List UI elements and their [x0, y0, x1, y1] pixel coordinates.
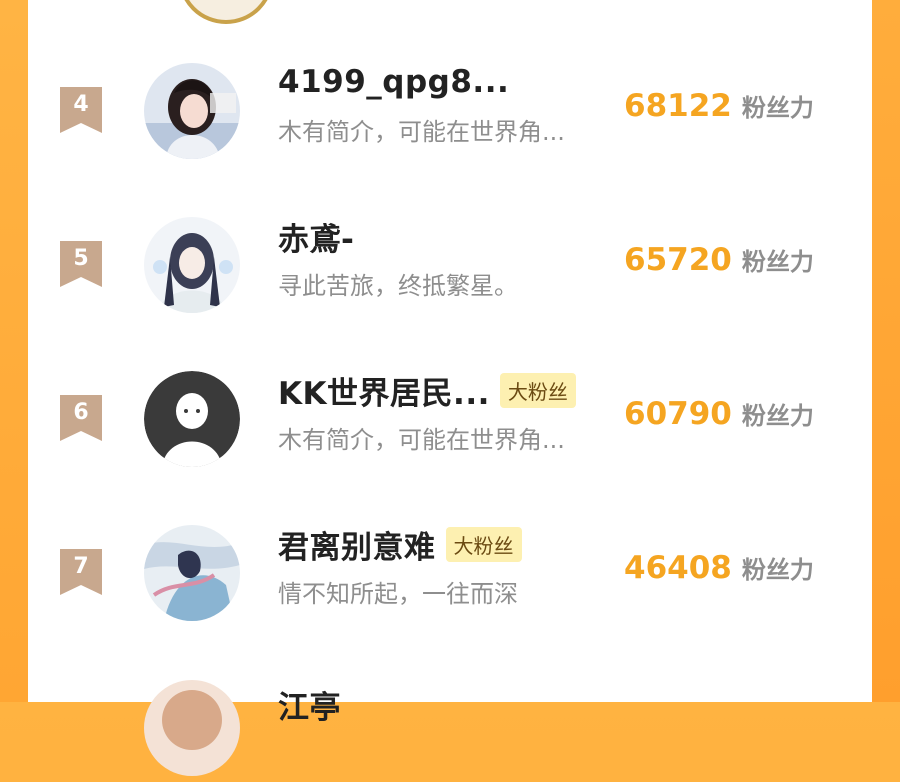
left-orange-border: [0, 0, 28, 702]
rank-badge: 4: [60, 87, 102, 133]
default-user-avatar-icon: [144, 371, 240, 467]
user-name[interactable]: KK世界居民...: [278, 368, 490, 413]
user-name[interactable]: 江亭: [278, 682, 341, 727]
user-bio: 木有简介，可能在世界角...: [278, 118, 565, 146]
user-name[interactable]: 赤鳶-: [278, 214, 354, 259]
rank-badge: 5: [60, 241, 102, 287]
fan-power-value: 46408: [624, 550, 732, 586]
user-avatar[interactable]: [144, 371, 240, 467]
fan-power-label: 粉丝力: [741, 402, 814, 430]
user-avatar[interactable]: [144, 217, 240, 313]
fan-power-label: 粉丝力: [741, 94, 814, 122]
rank-badge: 6: [60, 395, 102, 441]
fan-power-label: 粉丝力: [741, 248, 814, 276]
ranking-row[interactable]: 5 赤鳶- 寻此苦旅，终抵繁星。 65720 粉丝力: [28, 212, 872, 322]
fan-power-value: 60790: [624, 396, 732, 432]
previous-avatar-partial: [178, 0, 274, 24]
fan-power-value: 68122: [624, 88, 732, 124]
rank-number: 7: [73, 554, 89, 579]
big-fan-badge: 大粉丝: [499, 372, 576, 408]
ranking-row[interactable]: 7 君离别意难 大粉丝 情不知所起，一往而深 46408 粉丝力: [28, 520, 872, 630]
fan-power-label: 粉丝力: [741, 556, 814, 584]
rank-number: 6: [73, 400, 89, 425]
big-fan-badge: 大粉丝: [445, 526, 522, 562]
user-bio: 木有简介，可能在世界角...: [278, 426, 565, 454]
rank-badge: 7: [60, 549, 102, 595]
user-avatar[interactable]: [144, 525, 240, 621]
girl-portrait-avatar-icon: [144, 63, 240, 159]
ranking-row[interactable]: 4 4199_qpg8... 木有简介，可能在世界角... 68122 粉丝力: [28, 58, 872, 168]
user-bio: 寻此苦旅，终抵繁星。: [278, 272, 518, 300]
partial-avatar-icon: [144, 680, 240, 776]
user-name[interactable]: 4199_qpg8...: [278, 64, 509, 100]
rank-number: 4: [73, 92, 89, 117]
right-orange-border: [872, 0, 900, 702]
rank-number: 5: [73, 246, 89, 271]
painted-scene-avatar-icon: [144, 525, 240, 621]
ranking-panel: 4 4199_qpg8... 木有简介，可能在世界角... 68122 粉丝力: [28, 0, 872, 776]
ranking-row[interactable]: 6 KK世界居民... 大粉丝 木有简介，可能在世界角... 60790 粉丝力: [28, 366, 872, 476]
fan-power-value: 65720: [624, 242, 732, 278]
ranking-row-partial[interactable]: 江亭: [28, 672, 872, 782]
anime-character-avatar-icon: [144, 217, 240, 313]
user-avatar[interactable]: [144, 680, 240, 776]
user-name[interactable]: 君离别意难: [278, 522, 436, 567]
user-bio: 情不知所起，一往而深: [278, 580, 518, 608]
user-avatar[interactable]: [144, 63, 240, 159]
